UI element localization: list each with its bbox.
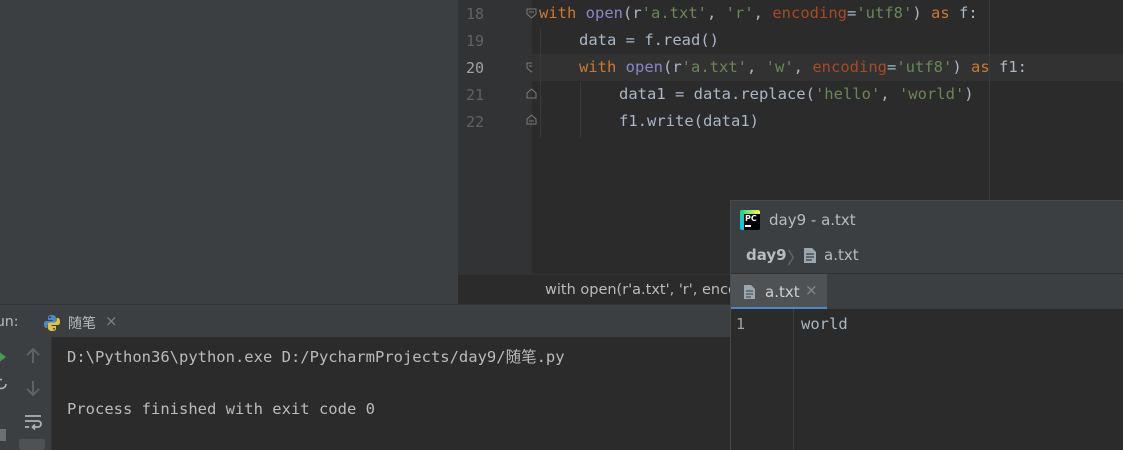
run-tab-label: 随笔 bbox=[68, 316, 96, 332]
popup-titlebar[interactable]: PC day9 - a.txt bbox=[731, 201, 1123, 239]
code-line[interactable]: with open(r'a.txt', 'r', encoding='utf8'… bbox=[539, 4, 978, 22]
line-number: 18 bbox=[465, 5, 484, 23]
text-file-icon bbox=[804, 248, 816, 263]
close-icon[interactable]: × bbox=[805, 281, 818, 299]
soft-wrap-icon[interactable] bbox=[22, 411, 44, 433]
breadcrumb-item[interactable]: with open(r'a.txt', 'r', enco bbox=[545, 282, 737, 298]
scroll-to-end-button[interactable] bbox=[19, 439, 45, 450]
code-line[interactable]: data1 = data.replace('hello', 'world') bbox=[619, 85, 974, 103]
stop-icon[interactable] bbox=[0, 429, 6, 441]
pycharm-logo-icon: PC bbox=[740, 210, 760, 230]
nav-separator: 〉 bbox=[787, 249, 804, 269]
nav-project[interactable]: day9 bbox=[746, 246, 787, 264]
project-pane bbox=[0, 0, 458, 304]
console-output[interactable]: D:\Python36\python.exe D:/PycharmProject… bbox=[52, 337, 730, 450]
tab-a-txt[interactable]: a.txt × bbox=[731, 274, 827, 310]
tab-label: a.txt bbox=[765, 283, 800, 301]
code-line[interactable]: f1.write(data1) bbox=[619, 112, 759, 130]
navigation-bar: day9 〉 a.txt bbox=[731, 239, 1123, 273]
console-line: D:\Python36\python.exe D:/PycharmProject… bbox=[67, 348, 565, 366]
window-title: day9 - a.txt bbox=[769, 211, 856, 229]
file-content[interactable]: world bbox=[801, 315, 848, 333]
code-line[interactable]: data = f.read() bbox=[579, 31, 719, 49]
run-side-strip bbox=[0, 337, 12, 450]
run-tab[interactable]: 随笔 × bbox=[32, 305, 128, 338]
run-label: un: bbox=[0, 314, 19, 330]
run-toolbar bbox=[12, 337, 52, 450]
run-icon[interactable] bbox=[0, 351, 8, 363]
python-icon bbox=[44, 315, 60, 331]
line-number: 19 bbox=[465, 32, 484, 50]
close-icon[interactable]: × bbox=[105, 312, 118, 330]
popup-editor[interactable]: 1 world bbox=[731, 309, 1123, 450]
indent-guide bbox=[580, 82, 581, 138]
fold-end-icon[interactable] bbox=[526, 114, 537, 125]
fold-end-icon[interactable] bbox=[526, 88, 537, 99]
line-number: 1 bbox=[736, 315, 746, 333]
indent-guide bbox=[540, 28, 541, 138]
run-header: un: 随笔 × bbox=[0, 304, 730, 337]
editor-tabs: a.txt × bbox=[731, 273, 1123, 310]
arrow-up-icon[interactable] bbox=[22, 345, 44, 367]
line-number: 22 bbox=[465, 113, 484, 131]
line-number: 21 bbox=[465, 86, 484, 104]
arrow-down-icon[interactable] bbox=[22, 377, 44, 399]
console-line: Process finished with exit code 0 bbox=[67, 400, 375, 418]
editor-gutter: 18 19 20 21 22 bbox=[458, 0, 537, 274]
text-file-icon bbox=[744, 285, 755, 299]
code-line[interactable]: with open(r'a.txt', 'w', encoding='utf8'… bbox=[579, 58, 1027, 76]
run-tool-window: un: 随笔 × D:\Python36\python.exe D:/Pycha… bbox=[0, 304, 730, 450]
fold-toggle-icon[interactable] bbox=[526, 8, 537, 19]
nav-file[interactable]: a.txt bbox=[824, 246, 859, 264]
gutter-divider bbox=[793, 309, 794, 450]
line-number-current: 20 bbox=[465, 59, 484, 77]
file-popup-window: PC day9 - a.txt day9 〉 a.txt a.txt × 1 w… bbox=[730, 200, 1123, 450]
rerun-icon[interactable] bbox=[0, 377, 8, 391]
